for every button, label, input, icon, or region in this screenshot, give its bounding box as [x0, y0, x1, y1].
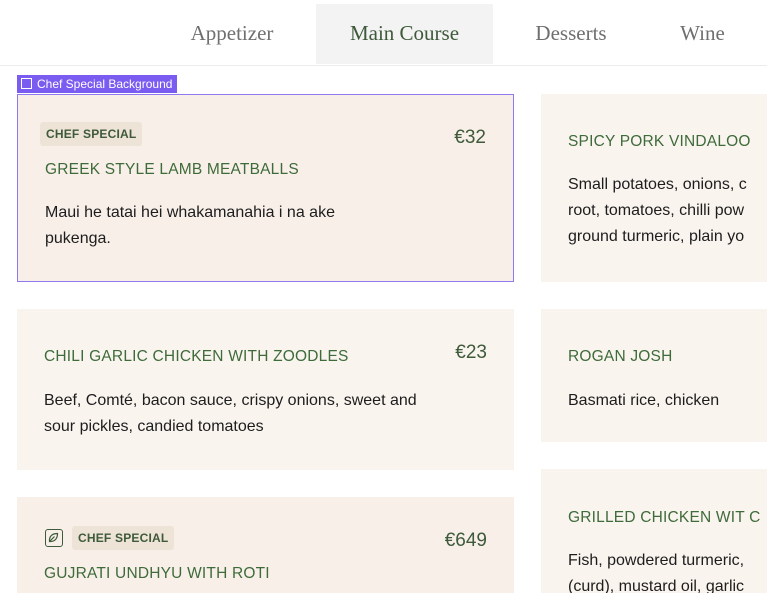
description-line: Fish, powdered turmeric,: [568, 552, 745, 569]
editor-selection-label[interactable]: Chef Special Background: [17, 75, 178, 93]
menu-item-price: €23: [455, 342, 487, 363]
menu-card-gujrati-undhyu[interactable]: CHEF SPECIAL €649 GUJRATI UNDHYU WITH RO…: [17, 497, 514, 593]
editor-selection-text: Chef Special Background: [37, 77, 173, 91]
menu-item-title: GREEK STYLE LAMB MEATBALLS: [45, 161, 299, 178]
description-line: ground turmeric, plain yo: [568, 228, 745, 245]
tab-appetizer[interactable]: Appetizer: [162, 4, 302, 64]
menu-tabs: Appetizer Main Course Desserts Wine: [0, 0, 767, 66]
menu-item-description: Small potatoes, onions, c root, tomatoes…: [568, 172, 747, 250]
description-line: Basmati rice, chicken: [568, 392, 720, 409]
menu-item-title: GRILLED CHICKEN WIT C: [568, 509, 761, 526]
menu-item-description: Basmati rice, chicken: [568, 388, 719, 414]
chef-special-badge: CHEF SPECIAL: [72, 526, 175, 550]
tab-desserts[interactable]: Desserts: [508, 4, 634, 64]
description-line: Small potatoes, onions, c: [568, 176, 747, 193]
tab-main-course[interactable]: Main Course: [316, 4, 493, 64]
menu-item-title: CHILI GARLIC CHICKEN WITH ZOODLES: [44, 348, 349, 365]
leaf-icon: [45, 529, 63, 547]
menu-card-spicy-pork-vindaloo[interactable]: SPICY PORK VINDALOO Small potatoes, onio…: [541, 94, 767, 282]
menu-card-greek-lamb[interactable]: CHEF SPECIAL €32 GREEK STYLE LAMB MEATBA…: [17, 94, 514, 282]
square-icon: [21, 78, 32, 89]
menu-card-rogan-josh[interactable]: ROGAN JOSH Basmati rice, chicken: [541, 309, 767, 442]
menu-item-description: Fish, powdered turmeric, (curd), mustard…: [568, 548, 744, 593]
chef-special-badge: CHEF SPECIAL: [40, 122, 143, 146]
description-line: root, tomatoes, chilli pow: [568, 202, 745, 219]
menu-card-chili-garlic-chicken[interactable]: €23 CHILI GARLIC CHICKEN WITH ZOODLES Be…: [17, 309, 514, 470]
tab-wine[interactable]: Wine: [650, 4, 755, 64]
menu-item-description: Maui he tatai hei whakamanahia i na ake …: [45, 204, 335, 247]
menu-item-description: Beef, Comté, bacon sauce, crispy onions,…: [44, 392, 417, 435]
menu-item-title: GUJRATI UNDHYU WITH ROTI: [44, 565, 270, 582]
menu-item-price: €649: [444, 530, 487, 551]
description-line: (curd), mustard oil, garlic: [568, 578, 745, 593]
menu-item-price: €32: [454, 127, 486, 148]
menu-item-title: ROGAN JOSH: [568, 348, 673, 365]
menu-item-title: SPICY PORK VINDALOO: [568, 133, 751, 150]
menu-card-grilled-chicken[interactable]: GRILLED CHICKEN WIT C Fish, powdered tur…: [541, 469, 767, 593]
menu-page: Appetizer Main Course Desserts Wine Chef…: [0, 0, 767, 593]
